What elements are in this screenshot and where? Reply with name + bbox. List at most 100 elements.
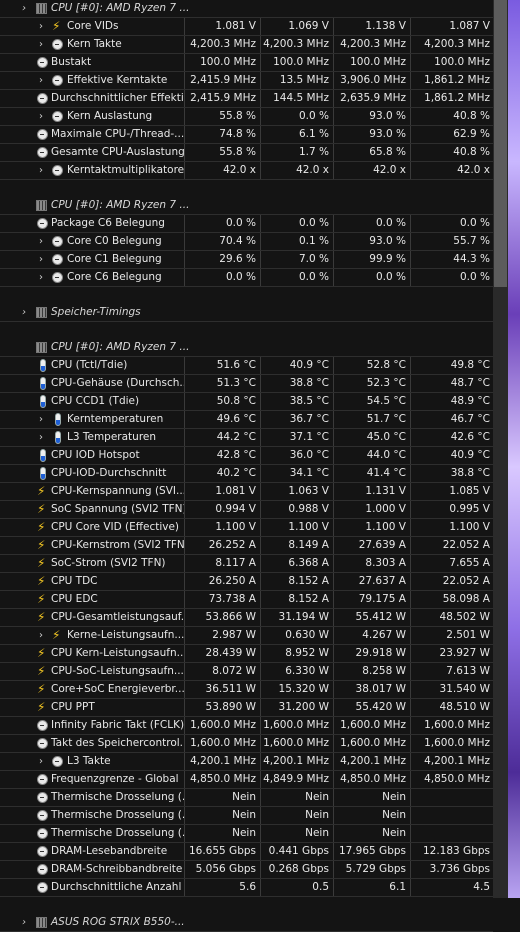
sensor-name-cell: ⚡ SoC-Strom (SVI2 TFN) <box>0 555 185 572</box>
clock-icon <box>37 129 48 140</box>
average-value <box>412 0 493 17</box>
expand-chevron-icon[interactable]: › <box>36 36 46 53</box>
average-value: 58.098 A <box>442 593 490 605</box>
sensor-name-cell: ⚡ CPU EDC <box>0 591 185 608</box>
average-value: 48.7 °C <box>450 377 490 389</box>
sensor-label: DRAM-Schreibbandbreite <box>51 863 183 875</box>
sensor-row[interactable]: ⚡ CPU-Kernspannung (SVI... 1.081 V 1.063 V1… <box>0 483 493 501</box>
sensor-group-header[interactable]: › CPU [#0]: AMD Ryzen 7 ... <box>0 0 493 18</box>
sensor-group-header[interactable]: › ASUS ROG STRIX B550-... <box>0 914 493 932</box>
sensor-label: CPU-SoC-Leistungsaufn... <box>51 665 184 677</box>
sensor-row[interactable]: Thermische Drosselung (... Nein Nein Nein <box>0 807 493 825</box>
expand-chevron-icon[interactable]: › <box>36 251 46 268</box>
sensor-row[interactable]: › Effektive Kerntakte 2,415.9 MHz 13.5 MHz 3… <box>0 72 493 90</box>
sensor-row[interactable]: ⚡ SoC Spannung (SVI2 TFN) 0.994 V 0.988 V 1.… <box>0 501 493 519</box>
sensor-row[interactable]: Durchschnittliche Anzahl ... 5.6 0.5 6.1 4.5 <box>0 879 493 897</box>
expand-chevron-icon[interactable]: › <box>36 627 46 644</box>
maximum-value: 4,200.3 MHz <box>335 36 411 53</box>
sensor-group-header[interactable]: › Speicher-Timings <box>0 304 493 322</box>
minimum-value: 1.063 V <box>262 483 334 500</box>
sensor-row[interactable]: › L3 Takte 4,200.1 MHz 4,200.1 MHz 4,200.1 M… <box>0 753 493 771</box>
sensor-row[interactable]: ⚡ CPU Kern-Leistungsaufn... 28.439 W 8.952 … <box>0 645 493 663</box>
expand-chevron-icon[interactable]: › <box>36 72 46 89</box>
minimum-value: 0.1 % <box>262 233 334 250</box>
sensor-row[interactable]: › Kern Takte 4,200.3 MHz 4,200.3 MHz 4,200.3… <box>0 36 493 54</box>
current-value: 1.081 V <box>185 18 261 35</box>
sensor-row[interactable]: Gesamte CPU-Auslastung 55.8 % 1.7 % 65.8 % 4… <box>0 144 493 162</box>
minimum-value: 1,600.0 MHz <box>262 717 334 734</box>
sensor-row[interactable]: Thermische Drosselung (... Nein Nein Nein <box>0 789 493 807</box>
expand-chevron-icon[interactable]: › <box>36 233 46 250</box>
vertical-scrollbar[interactable] <box>493 0 508 898</box>
expand-chevron-icon[interactable]: › <box>19 914 29 931</box>
sensor-row[interactable]: CPU (Tctl/Tdie) 51.6 °C 40.9 °C 52.8 °C 49.8… <box>0 357 493 375</box>
sensor-row[interactable]: CPU-Gehäuse (Durchsch... 51.3 °C 38.8 °C 52… <box>0 375 493 393</box>
sensor-row[interactable]: ⚡ CPU-SoC-Leistungsaufn... 8.072 W 6.330 W8… <box>0 663 493 681</box>
sensor-row[interactable]: ⚡ CPU-Kernstrom (SVI2 TFN) 26.252 A 8.149 A… <box>0 537 493 555</box>
sensor-group-header[interactable]: CPU [#0]: AMD Ryzen 7 ... <box>0 197 493 215</box>
sensor-label: SoC-Strom (SVI2 TFN) <box>51 557 166 569</box>
sensor-group-header[interactable]: CPU [#0]: AMD Ryzen 7 ... <box>0 339 493 357</box>
sensor-row[interactable]: CPU IOD Hotspot 42.8 °C 36.0 °C 44.0 °C 40.9… <box>0 447 493 465</box>
expand-chevron-icon[interactable]: › <box>19 0 29 17</box>
minimum-value: 1,600.0 MHz <box>262 735 334 752</box>
maximum-value: 29.918 W <box>335 645 411 662</box>
sensor-row[interactable]: CPU CCD1 (Tdie) 50.8 °C 38.5 °C 54.5 °C 48.9… <box>0 393 493 411</box>
sensor-row[interactable]: ⚡ CPU-Gesamtleistungsauf... 53.866 W 31.194… <box>0 609 493 627</box>
sensor-row[interactable]: › Kern Auslastung 55.8 % 0.0 % 93.0 % 40.8 % <box>0 108 493 126</box>
current-value: 100.0 MHz <box>185 54 261 71</box>
sensor-row[interactable]: › Core C6 Belegung 0.0 % 0.0 % 0.0 % 0.0 % <box>0 269 493 287</box>
minimum-value: 38.8 °C <box>262 375 334 392</box>
minimum-value: 4,200.1 MHz <box>262 753 334 770</box>
sensor-row[interactable]: Bustakt 100.0 MHz 100.0 MHz 100.0 MHz 100.0 … <box>0 54 493 72</box>
sensor-row[interactable]: Package C6 Belegung 0.0 % 0.0 % 0.0 % 0.0 % <box>0 215 493 233</box>
expand-chevron-icon[interactable]: › <box>19 304 29 321</box>
sensor-row[interactable]: Durchschnittlicher Effekti... 2,415.9 MHz… <box>0 90 493 108</box>
sensor-row[interactable]: ⚡ SoC-Strom (SVI2 TFN) 8.117 A 6.368 A 8.303… <box>0 555 493 573</box>
current-value: 55.8 % <box>185 144 261 161</box>
sensor-row[interactable]: ⚡ CPU TDC 26.250 A 8.152 A 27.637 A 22.052 A <box>0 573 493 591</box>
lightning-bolt-icon: ⚡ <box>37 538 46 552</box>
sensor-row[interactable]: ⚡ CPU PPT 53.890 W 31.200 W 55.420 W 48.510 W <box>0 699 493 717</box>
expand-chevron-icon[interactable]: › <box>36 429 46 446</box>
sensor-row[interactable]: › Kerntaktmultiplikatoren 42.0 x 42.0 x 42.0… <box>0 162 493 180</box>
sensor-name-cell: Durchschnittlicher Effekti... <box>0 90 185 107</box>
average-value: 1.100 V <box>449 521 490 533</box>
maximum-value: 4,200.1 MHz <box>335 753 411 770</box>
sensor-row[interactable]: › Kerntemperaturen 49.6 °C 36.7 °C 51.7 °C 46… <box>0 411 493 429</box>
sensor-row[interactable]: Thermische Drosselung (... Nein Nein Nein <box>0 825 493 843</box>
sensor-row[interactable]: › Core C0 Belegung 70.4 % 0.1 % 93.0 % 55.7 % <box>0 233 493 251</box>
sensor-row[interactable]: DRAM-Lesebandbreite 16.655 Gbps 0.441 Gbps… <box>0 843 493 861</box>
maximum-value: 1.138 V <box>335 18 411 35</box>
sensor-row[interactable]: Takt des Speichercontrol... 1,600.0 MHz 1,… <box>0 735 493 753</box>
sensor-name-cell: › Core C6 Belegung <box>0 269 185 286</box>
sensor-row[interactable]: ⚡ Core+SoC Energieverbr... 36.511 W 15.320 … <box>0 681 493 699</box>
expand-chevron-icon[interactable]: › <box>36 411 46 428</box>
sensor-row[interactable]: ⚡ CPU Core VID (Effective) 1.100 V 1.100 V1… <box>0 519 493 537</box>
current-value: 51.3 °C <box>185 375 261 392</box>
scrollbar-thumb[interactable] <box>494 0 507 287</box>
sensor-row[interactable]: › ⚡ Kerne-Leistungsaufn... 2.987 W 0.630 W 4.… <box>0 627 493 645</box>
current-value: 4,200.1 MHz <box>185 753 261 770</box>
expand-chevron-icon[interactable]: › <box>36 269 46 286</box>
sensor-row[interactable]: › L3 Temperaturen 44.2 °C 37.1 °C 45.0 °C 42.… <box>0 429 493 447</box>
sensor-row[interactable]: Infinity Fabric Takt (FCLK) 1,600.0 MHz 1,… <box>0 717 493 735</box>
sensor-row[interactable]: Maximale CPU-/Thread-... 74.8 % 6.1 % 93.0 … <box>0 126 493 144</box>
sensor-label: Speicher-Timings <box>51 306 141 318</box>
clock-icon <box>37 828 48 839</box>
sensor-name-cell: Thermische Drosselung (... <box>0 789 185 806</box>
expand-chevron-icon[interactable]: › <box>36 108 46 125</box>
expand-chevron-icon[interactable]: › <box>36 162 46 179</box>
current-value: 8.117 A <box>185 555 261 572</box>
spacer-row <box>0 322 493 339</box>
sensor-row[interactable]: DRAM-Schreibbandbreite 5.056 Gbps 0.268 Gb… <box>0 861 493 879</box>
sensor-row[interactable]: › ⚡ Core VIDs 1.081 V 1.069 V 1.138 V 1.087 V <box>0 18 493 36</box>
expand-chevron-icon[interactable]: › <box>36 18 46 35</box>
sensor-row[interactable]: ⚡ CPU EDC 73.738 A 8.152 A 79.175 A 58.098 A <box>0 591 493 609</box>
sensor-row[interactable]: › Core C1 Belegung 29.6 % 7.0 % 99.9 % 44.3 % <box>0 251 493 269</box>
sensor-row[interactable]: Frequenzgrenze - Global 4,850.0 MHz 4,849.… <box>0 771 493 789</box>
sensor-label: Takt des Speichercontrol... <box>51 737 185 749</box>
average-value: 12.183 Gbps <box>422 845 490 857</box>
sensor-row[interactable]: CPU-IOD-Durchschnitt 40.2 °C 34.1 °C 41.4 °… <box>0 465 493 483</box>
expand-chevron-icon[interactable]: › <box>36 753 46 770</box>
